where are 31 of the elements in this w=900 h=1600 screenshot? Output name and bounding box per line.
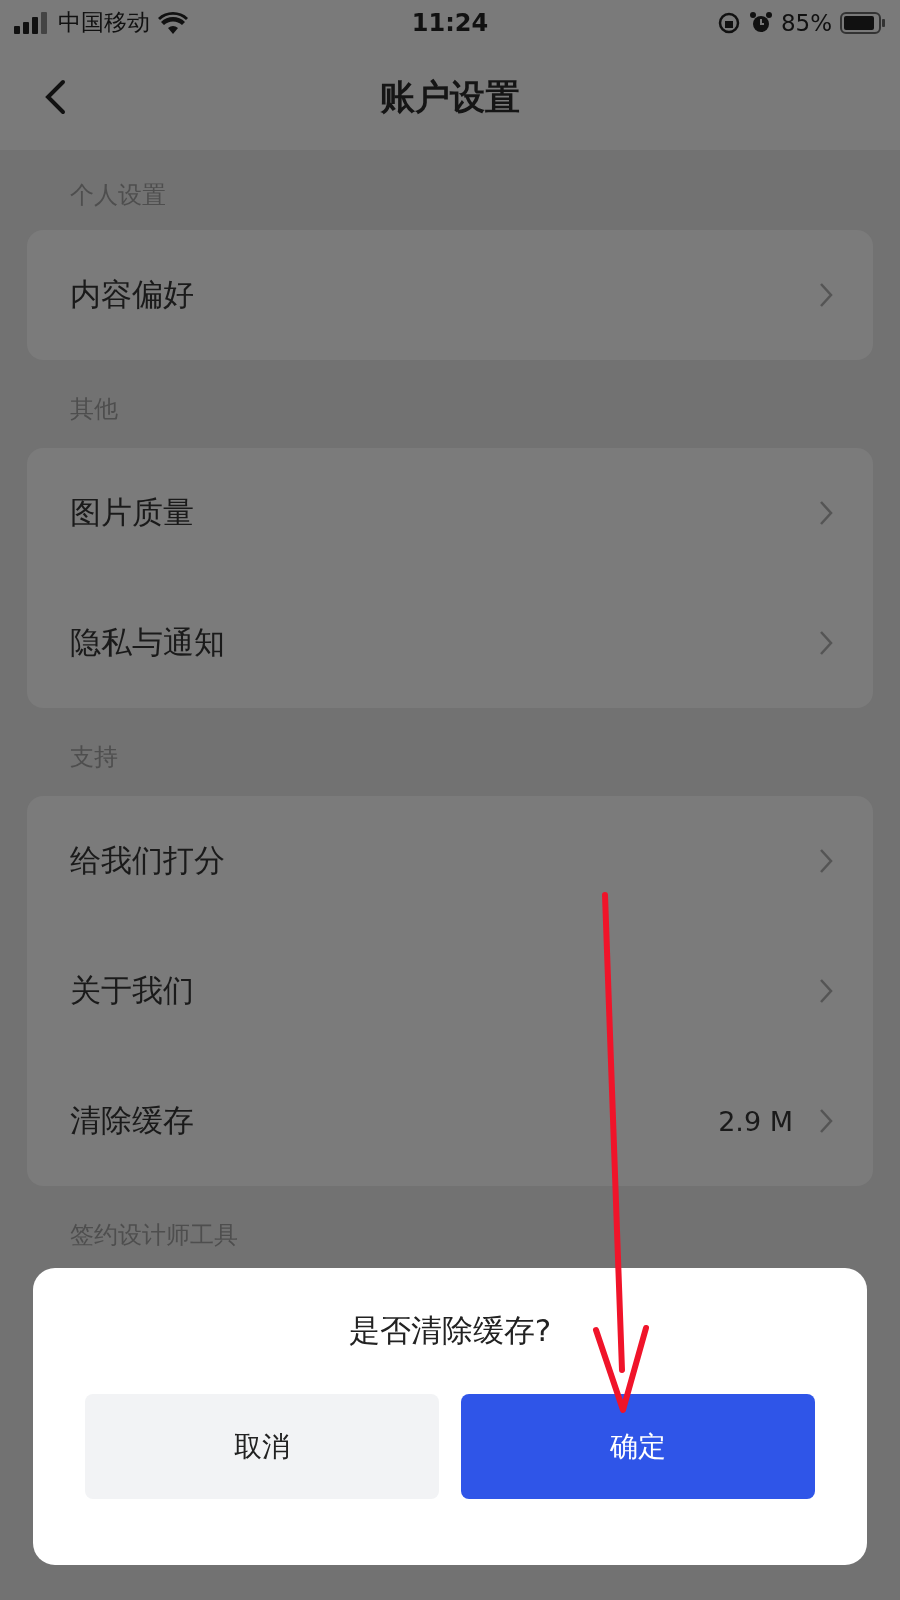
- chevron-icon: [819, 1108, 833, 1134]
- confirm-button[interactable]: 确定: [461, 1394, 815, 1499]
- clock-time: 11:24: [410, 8, 490, 37]
- alarm-icon: [748, 10, 773, 35]
- row-label: 内容偏好: [70, 275, 195, 314]
- row-value: 2.9 M: [718, 1105, 793, 1137]
- row-label: 图片质量: [70, 493, 195, 532]
- chevron-icon: [819, 282, 833, 308]
- battery-percent: 85%: [780, 9, 832, 36]
- settings-row[interactable]: 图片质量: [27, 448, 873, 578]
- page-title: 账户设置: [380, 76, 520, 119]
- signal-icon: [14, 11, 50, 34]
- dialog-title: 是否清除缓存?: [347, 1311, 553, 1350]
- chevron-icon: [819, 978, 833, 1004]
- settings-row[interactable]: 给我们打分: [27, 796, 873, 926]
- settings-row[interactable]: 内容偏好: [27, 230, 873, 360]
- wifi-icon: [158, 11, 188, 34]
- settings-row[interactable]: 关于我们: [27, 926, 873, 1056]
- settings-row[interactable]: 隐私与通知: [27, 578, 873, 708]
- row-label: 隐私与通知: [70, 623, 226, 662]
- chevron-icon: [819, 848, 833, 874]
- settings-row[interactable]: 清除缓存 2.9 M: [27, 1056, 873, 1186]
- chevron-icon: [819, 500, 833, 526]
- battery-icon: [840, 11, 886, 34]
- row-label: 给我们打分: [70, 841, 226, 880]
- row-label: 关于我们: [70, 971, 195, 1010]
- cancel-button[interactable]: 取消: [85, 1394, 439, 1499]
- carrier-name: 中国移动: [58, 8, 150, 37]
- row-label: 清除缓存: [70, 1101, 195, 1140]
- chevron-icon: [819, 630, 833, 656]
- rotation-lock-icon: [716, 10, 741, 35]
